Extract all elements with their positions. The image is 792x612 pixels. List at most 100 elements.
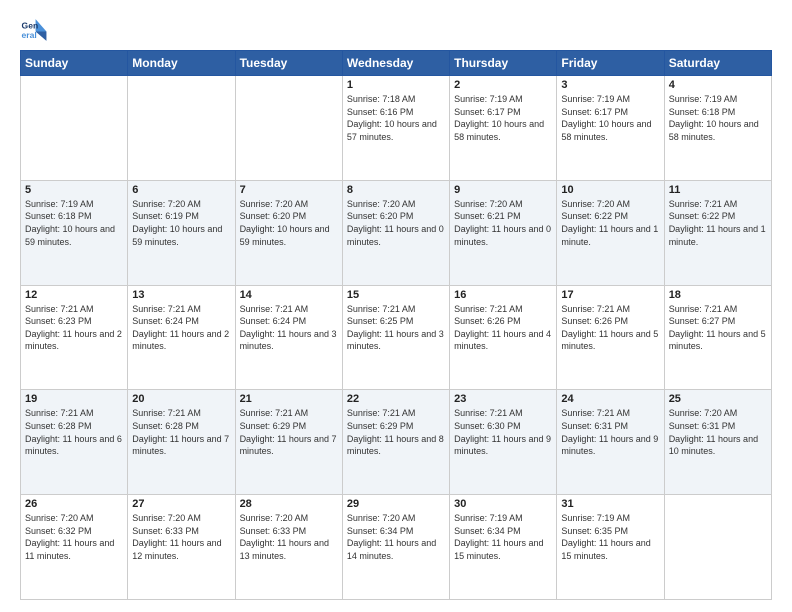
day-info: Sunrise: 7:21 AM Sunset: 6:28 PM Dayligh… [25,407,123,457]
svg-text:Gen: Gen [22,20,39,30]
calendar-cell: 31 Sunrise: 7:19 AM Sunset: 6:35 PM Dayli… [557,495,664,600]
day-number: 19 [25,393,123,405]
day-number: 18 [669,289,767,301]
day-number: 8 [347,184,445,196]
calendar-cell: 7Sunrise: 7:20 AM Sunset: 6:20 PM Daylig… [235,180,342,285]
calendar-cell: 28 Sunrise: 7:20 AM Sunset: 6:33 PM Dayli… [235,495,342,600]
day-info: Sunrise: 7:21 AM Sunset: 6:26 PM Dayligh… [561,303,659,353]
calendar-cell: 2 Sunrise: 7:19 AM Sunset: 6:17 PM Daylig… [450,76,557,181]
day-number: 3 [561,79,659,91]
day-number: 12 [25,289,123,301]
day-header-sunday: Sunday [21,51,128,76]
calendar-cell: 27Sunrise: 7:20 AM Sunset: 6:33 PM Dayli… [128,495,235,600]
day-info: Sunrise: 7:19 AM Sunset: 6:17 PM Dayligh… [454,93,552,143]
header: Gen eral [20,16,772,44]
day-header-tuesday: Tuesday [235,51,342,76]
day-info: Sunrise: 7:21 AM Sunset: 6:30 PM Dayligh… [454,407,552,457]
day-info: Sunrise: 7:20 AM Sunset: 6:32 PM Dayligh… [25,512,123,562]
calendar-cell: 15 Sunrise: 7:21 AM Sunset: 6:25 PM Dayli… [342,285,449,390]
day-number: 22 [347,393,445,405]
calendar-cell: 5Sunrise: 7:19 AM Sunset: 6:18 PM Daylig… [21,180,128,285]
calendar-cell: 13 Sunrise: 7:21 AM Sunset: 6:24 PM Dayli… [128,285,235,390]
day-number: 13 [132,289,230,301]
calendar-table: SundayMondayTuesdayWednesdayThursdayFrid… [20,50,772,600]
day-info: Sunrise: 7:20 AM Sunset: 6:20 PM Dayligh… [347,198,445,248]
day-number: 5 [25,184,123,196]
day-header-saturday: Saturday [664,51,771,76]
logo: Gen eral [20,16,52,44]
calendar-cell: 12 Sunrise: 7:21 AM Sunset: 6:23 PM Dayli… [21,285,128,390]
day-info: Sunrise: 7:21 AM Sunset: 6:29 PM Dayligh… [240,407,338,457]
calendar-cell: 8 Sunrise: 7:20 AM Sunset: 6:20 PM Daylig… [342,180,449,285]
day-info: Sunrise: 7:21 AM Sunset: 6:27 PM Dayligh… [669,303,767,353]
day-info: Sunrise: 7:21 AM Sunset: 6:29 PM Dayligh… [347,407,445,457]
calendar-cell: 23 Sunrise: 7:21 AM Sunset: 6:30 PM Dayli… [450,390,557,495]
calendar-cell: 16Sunrise: 7:21 AM Sunset: 6:26 PM Dayli… [450,285,557,390]
svg-text:eral: eral [22,30,37,40]
day-number: 2 [454,79,552,91]
calendar-cell: 14Sunrise: 7:21 AM Sunset: 6:24 PM Dayli… [235,285,342,390]
day-info: Sunrise: 7:21 AM Sunset: 6:22 PM Dayligh… [669,198,767,248]
day-info: Sunrise: 7:21 AM Sunset: 6:31 PM Dayligh… [561,407,659,457]
calendar-cell: 4 Sunrise: 7:19 AM Sunset: 6:18 PM Daylig… [664,76,771,181]
day-header-friday: Friday [557,51,664,76]
calendar-cell: 11 Sunrise: 7:21 AM Sunset: 6:22 PM Dayli… [664,180,771,285]
calendar-cell [664,495,771,600]
calendar-cell: 6Sunrise: 7:20 AM Sunset: 6:19 PM Daylig… [128,180,235,285]
day-number: 30 [454,498,552,510]
calendar-cell [128,76,235,181]
day-number: 23 [454,393,552,405]
calendar-cell: 29Sunrise: 7:20 AM Sunset: 6:34 PM Dayli… [342,495,449,600]
calendar-cell: 9 Sunrise: 7:20 AM Sunset: 6:21 PM Daylig… [450,180,557,285]
day-info: Sunrise: 7:21 AM Sunset: 6:23 PM Dayligh… [25,303,123,353]
day-info: Sunrise: 7:20 AM Sunset: 6:33 PM Dayligh… [240,512,338,562]
day-number: 7 [240,184,338,196]
day-number: 4 [669,79,767,91]
day-number: 24 [561,393,659,405]
day-number: 31 [561,498,659,510]
day-number: 15 [347,289,445,301]
week-row-4: 19 Sunrise: 7:21 AM Sunset: 6:28 PM Dayli… [21,390,772,495]
page: Gen eral SundayMondayTuesdayWednesdayThu… [0,0,792,612]
calendar-cell: 25Sunrise: 7:20 AM Sunset: 6:31 PM Dayli… [664,390,771,495]
day-info: Sunrise: 7:21 AM Sunset: 6:26 PM Dayligh… [454,303,552,353]
calendar-cell: 24 Sunrise: 7:21 AM Sunset: 6:31 PM Dayli… [557,390,664,495]
week-row-3: 12 Sunrise: 7:21 AM Sunset: 6:23 PM Dayli… [21,285,772,390]
day-info: Sunrise: 7:20 AM Sunset: 6:21 PM Dayligh… [454,198,552,248]
day-number: 11 [669,184,767,196]
calendar-cell: 10 Sunrise: 7:20 AM Sunset: 6:22 PM Dayli… [557,180,664,285]
day-info: Sunrise: 7:21 AM Sunset: 6:25 PM Dayligh… [347,303,445,353]
day-info: Sunrise: 7:20 AM Sunset: 6:22 PM Dayligh… [561,198,659,248]
day-info: Sunrise: 7:18 AM Sunset: 6:16 PM Dayligh… [347,93,445,143]
day-info: Sunrise: 7:20 AM Sunset: 6:33 PM Dayligh… [132,512,230,562]
day-header-monday: Monday [128,51,235,76]
calendar-cell: 1Sunrise: 7:18 AM Sunset: 6:16 PM Daylig… [342,76,449,181]
week-row-1: 1Sunrise: 7:18 AM Sunset: 6:16 PM Daylig… [21,76,772,181]
week-row-2: 5Sunrise: 7:19 AM Sunset: 6:18 PM Daylig… [21,180,772,285]
day-number: 9 [454,184,552,196]
day-number: 25 [669,393,767,405]
calendar-cell: 18 Sunrise: 7:21 AM Sunset: 6:27 PM Dayli… [664,285,771,390]
calendar-cell: 19 Sunrise: 7:21 AM Sunset: 6:28 PM Dayli… [21,390,128,495]
calendar-cell: 21Sunrise: 7:21 AM Sunset: 6:29 PM Dayli… [235,390,342,495]
day-info: Sunrise: 7:21 AM Sunset: 6:24 PM Dayligh… [132,303,230,353]
generalblue-logo-icon: Gen eral [20,16,48,44]
calendar-cell: 3Sunrise: 7:19 AM Sunset: 6:17 PM Daylig… [557,76,664,181]
day-number: 29 [347,498,445,510]
day-info: Sunrise: 7:21 AM Sunset: 6:28 PM Dayligh… [132,407,230,457]
day-info: Sunrise: 7:19 AM Sunset: 6:35 PM Dayligh… [561,512,659,562]
calendar-cell: 22 Sunrise: 7:21 AM Sunset: 6:29 PM Dayli… [342,390,449,495]
day-number: 28 [240,498,338,510]
day-info: Sunrise: 7:19 AM Sunset: 6:34 PM Dayligh… [454,512,552,562]
calendar-cell: 30 Sunrise: 7:19 AM Sunset: 6:34 PM Dayli… [450,495,557,600]
calendar-header-row: SundayMondayTuesdayWednesdayThursdayFrid… [21,51,772,76]
day-number: 10 [561,184,659,196]
day-header-wednesday: Wednesday [342,51,449,76]
calendar-cell: 26 Sunrise: 7:20 AM Sunset: 6:32 PM Dayli… [21,495,128,600]
day-number: 17 [561,289,659,301]
day-number: 26 [25,498,123,510]
day-info: Sunrise: 7:20 AM Sunset: 6:19 PM Dayligh… [132,198,230,248]
calendar-cell [21,76,128,181]
day-info: Sunrise: 7:19 AM Sunset: 6:18 PM Dayligh… [669,93,767,143]
calendar-cell [235,76,342,181]
